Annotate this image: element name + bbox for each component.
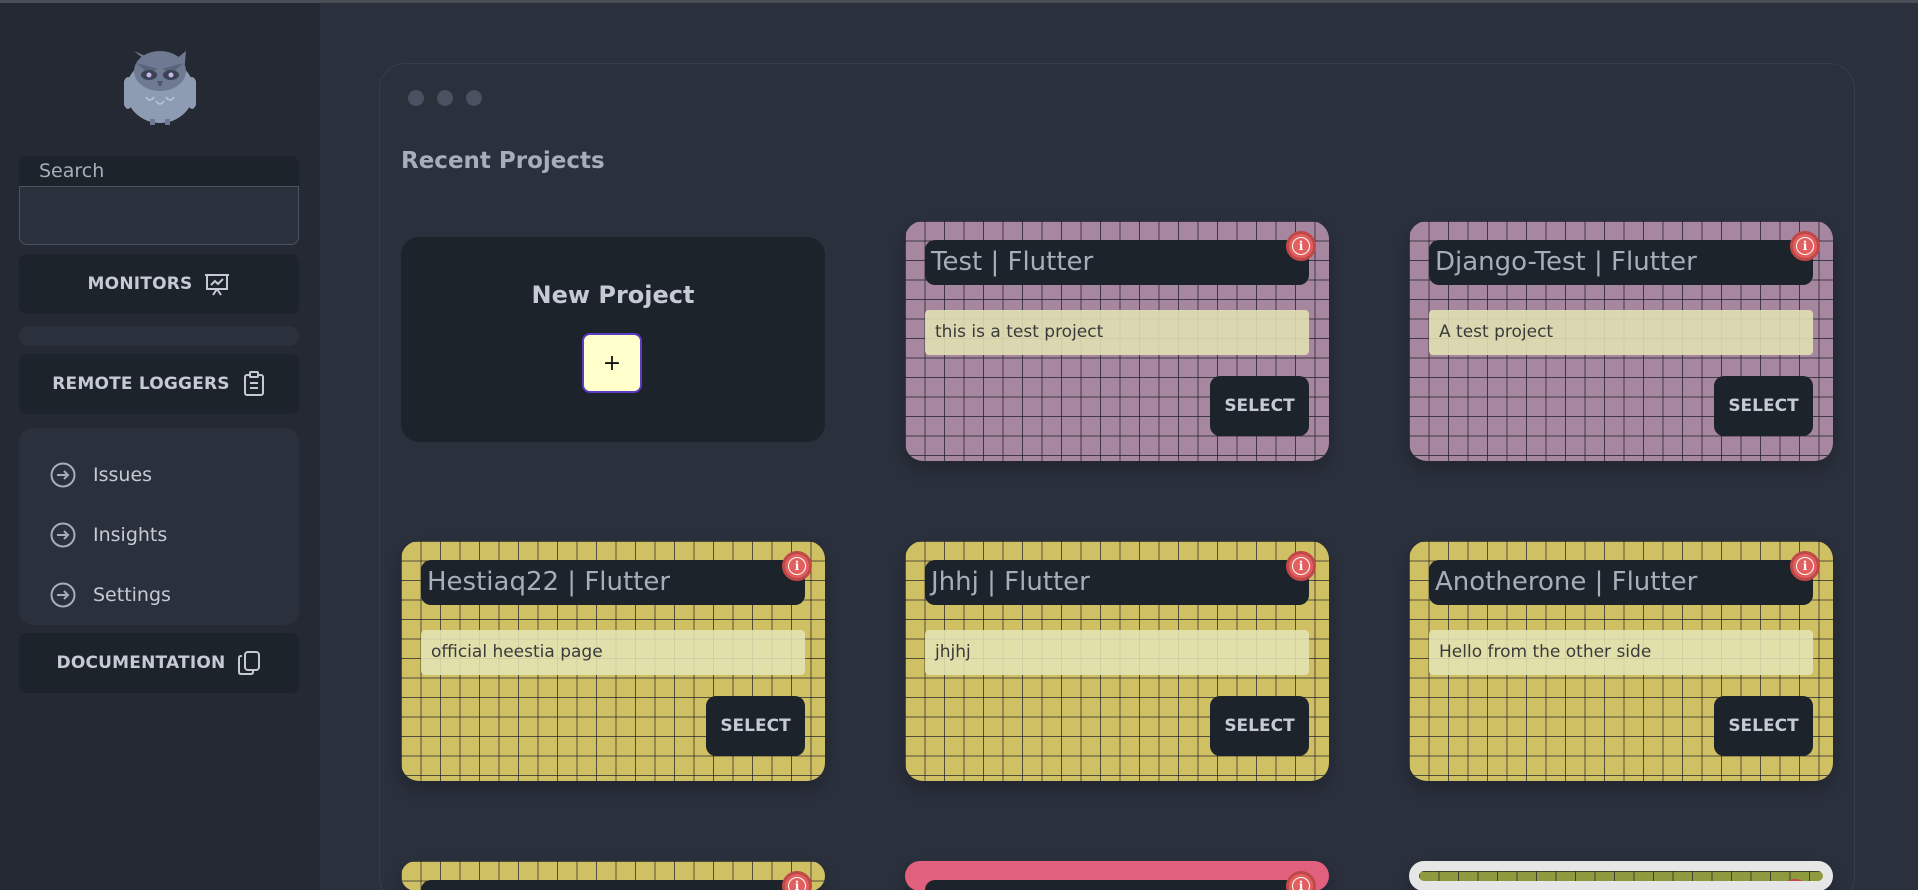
project-card: Django-Test | Flutter i A test project S…	[1409, 221, 1833, 461]
project-card: Hestiaq22 | Flutter i official heestia p…	[401, 541, 825, 781]
page-title: Recent Projects	[401, 148, 605, 174]
project-title: Hestiaq22 | Flutter	[421, 560, 805, 605]
new-project-title: New Project	[531, 281, 695, 309]
info-button[interactable]: i	[1286, 871, 1316, 890]
monitors-label: MONITORS	[87, 274, 193, 294]
sidebar: Search MONITORS REMOTE LOGGERS Issues In…	[0, 3, 320, 890]
project-description: official heestia page	[421, 630, 805, 675]
project-card-partial: i	[905, 861, 1329, 890]
info-button[interactable]: i	[1790, 231, 1820, 261]
select-button[interactable]: SELECT	[706, 696, 805, 756]
copy-icon	[238, 651, 261, 675]
info-icon: i	[1786, 885, 1804, 890]
projects-panel: Recent Projects New Project + Test | Flu…	[379, 63, 1855, 890]
documentation-button[interactable]: DOCUMENTATION	[19, 633, 299, 693]
project-description: this is a test project	[925, 310, 1309, 355]
info-icon: i	[1292, 557, 1310, 575]
remote-loggers-label: REMOTE LOGGERS	[52, 374, 230, 394]
window-dot	[408, 90, 424, 106]
info-button[interactable]: i	[782, 871, 812, 890]
sidebar-item-label: Settings	[93, 584, 171, 606]
sidebar-item-label: Insights	[93, 524, 168, 546]
project-title: Django-Test | Flutter	[1429, 240, 1813, 285]
sidebar-divider	[19, 326, 299, 346]
info-icon: i	[788, 557, 806, 575]
info-icon: i	[1292, 877, 1310, 890]
remote-loggers-button[interactable]: REMOTE LOGGERS	[19, 354, 299, 414]
project-title: Anotherone | Flutter	[1429, 560, 1813, 605]
info-button[interactable]: i	[1286, 231, 1316, 261]
sidebar-item-label: Issues	[93, 464, 153, 486]
select-button[interactable]: SELECT	[1714, 376, 1813, 436]
presentation-chart-icon	[205, 274, 230, 296]
add-project-button[interactable]: +	[582, 333, 642, 393]
sidebar-item-insights[interactable]: Insights	[19, 505, 299, 565]
owl-logo	[122, 43, 198, 125]
project-title-bar	[421, 880, 805, 890]
sidebar-submenu: Issues Insights Settings	[19, 428, 299, 625]
window-dot	[466, 90, 482, 106]
info-icon: i	[1796, 557, 1814, 575]
project-description: jhjhj	[925, 630, 1309, 675]
arrow-circle-right-icon	[50, 522, 76, 548]
project-description: A test project	[1429, 310, 1813, 355]
select-button[interactable]: SELECT	[1714, 696, 1813, 756]
sidebar-item-settings[interactable]: Settings	[19, 565, 299, 625]
project-title-bar	[925, 880, 1309, 890]
select-button[interactable]: SELECT	[1210, 376, 1309, 436]
arrow-circle-right-icon	[50, 582, 76, 608]
select-button[interactable]: SELECT	[1210, 696, 1309, 756]
new-project-card: New Project +	[401, 237, 825, 442]
search-label: Search	[19, 156, 299, 186]
project-card-partial: i	[1409, 861, 1833, 890]
project-card-partial: i	[401, 861, 825, 890]
project-title: Jhhj | Flutter	[925, 560, 1309, 605]
window-dot	[437, 90, 453, 106]
monitors-button[interactable]: MONITORS	[19, 254, 299, 314]
info-button[interactable]: i	[1286, 551, 1316, 581]
search-input[interactable]	[19, 186, 299, 245]
project-description: Hello from the other side	[1429, 630, 1813, 675]
project-card: Jhhj | Flutter i jhjhj SELECT	[905, 541, 1329, 781]
arrow-circle-right-icon	[50, 462, 76, 488]
clipboard-icon	[243, 371, 264, 396]
info-button[interactable]: i	[1790, 551, 1820, 581]
info-button[interactable]: i	[1780, 879, 1810, 890]
project-title: Test | Flutter	[925, 240, 1309, 285]
project-card: Test | Flutter i this is a test project …	[905, 221, 1329, 461]
documentation-label: DOCUMENTATION	[56, 653, 226, 673]
project-card: Anotherone | Flutter i Hello from the ot…	[1409, 541, 1833, 781]
info-icon: i	[1796, 237, 1814, 255]
info-button[interactable]: i	[782, 551, 812, 581]
info-icon: i	[1292, 237, 1310, 255]
sidebar-item-issues[interactable]: Issues	[19, 445, 299, 505]
window-dots	[408, 90, 482, 106]
info-icon: i	[788, 877, 806, 890]
